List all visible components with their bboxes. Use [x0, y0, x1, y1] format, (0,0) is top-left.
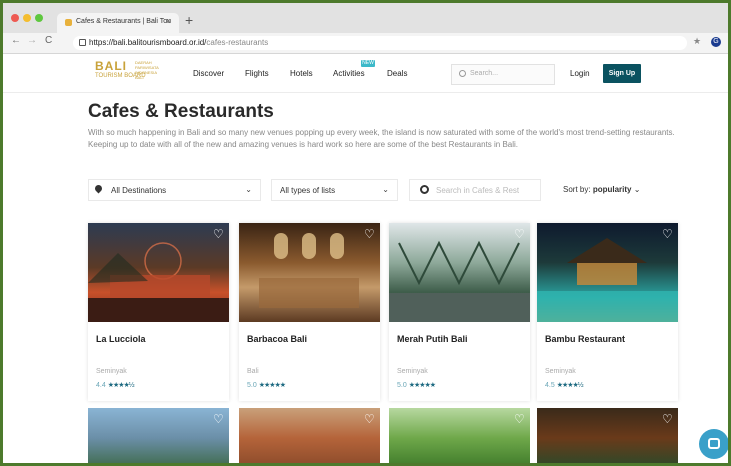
card-location: Seminyak — [397, 368, 428, 375]
card-image-art — [88, 242, 229, 322]
profile-avatar[interactable]: G — [711, 37, 721, 47]
minimize-window-button[interactable] — [23, 14, 31, 22]
bookmark-star-icon[interactable]: ★ — [693, 37, 701, 46]
card-rating: 4.4 ★★★★½ — [96, 382, 135, 389]
card-barbacoa-bali[interactable]: ♡ Barbacoa Bali Bali 5.0 ★★★★★ — [239, 223, 380, 401]
forward-button[interactable]: → — [27, 36, 37, 46]
new-tab-button[interactable]: + — [185, 13, 193, 27]
heart-icon[interactable]: ♡ — [213, 228, 224, 240]
lock-icon — [79, 39, 86, 46]
favicon-icon — [65, 19, 72, 26]
chat-icon — [708, 438, 720, 449]
card-location: Seminyak — [545, 368, 576, 375]
search-icon — [459, 70, 466, 77]
heart-icon[interactable]: ♡ — [514, 228, 525, 240]
page-title: Cafes & Restaurants — [88, 101, 274, 122]
card-row2-1[interactable]: ♡ — [88, 408, 229, 463]
heart-icon[interactable]: ♡ — [662, 228, 673, 240]
card-title[interactable]: Merah Putih Bali — [397, 334, 468, 344]
card-rating: 4.5 ★★★★½ — [545, 382, 584, 389]
close-window-button[interactable] — [11, 14, 19, 22]
chevron-down-icon: ⌄ — [633, 185, 641, 194]
url-field[interactable]: https://bali.balitourismboard.or.id/cafe… — [73, 36, 687, 50]
nav-activities[interactable]: Activities — [333, 69, 365, 78]
heart-icon[interactable]: ♡ — [213, 413, 224, 425]
destination-dropdown[interactable]: All Destinations ⌄ — [88, 179, 261, 201]
back-button[interactable]: ← — [11, 36, 21, 46]
card-rating: 5.0 ★★★★★ — [247, 382, 286, 389]
url-text: https://bali.balitourismboard.or.id/cafe… — [89, 38, 269, 47]
heart-icon[interactable]: ♡ — [364, 228, 375, 240]
login-link[interactable]: Login — [570, 69, 590, 78]
logo-text: BALI — [95, 59, 127, 73]
screenshot-frame: Cafes & Restaurants | Bali Tou × + ← → C… — [0, 0, 731, 466]
list-type-dropdown[interactable]: All types of lists ⌄ — [271, 179, 398, 201]
new-badge: NEW — [361, 60, 375, 67]
card-image[interactable]: ♡ — [389, 223, 530, 322]
nav-discover[interactable]: Discover — [193, 69, 224, 78]
card-location: Bali — [247, 368, 259, 375]
tab-close-icon[interactable]: × — [166, 16, 171, 26]
sort-label: Sort by: — [563, 185, 591, 194]
card-title[interactable]: Bambu Restaurant — [545, 334, 625, 344]
heart-icon[interactable]: ♡ — [364, 413, 375, 425]
chevron-down-icon: ⌄ — [382, 185, 389, 194]
signup-button[interactable]: Sign Up — [603, 64, 641, 83]
sort-dropdown[interactable]: Sort by: popularity ⌄ — [563, 185, 640, 194]
tab-title: Cafes & Restaurants | Bali Tou — [76, 18, 172, 25]
chevron-down-icon: ⌄ — [245, 185, 252, 194]
card-rating: 5.0 ★★★★★ — [397, 382, 436, 389]
search-icon — [420, 185, 429, 194]
nav-deals[interactable]: Deals — [387, 69, 407, 78]
maximize-window-button[interactable] — [35, 14, 43, 22]
heart-icon[interactable]: ♡ — [662, 413, 673, 425]
heart-icon[interactable]: ♡ — [514, 413, 525, 425]
card-image[interactable]: ♡ — [239, 223, 380, 322]
card-image[interactable]: ♡ — [88, 223, 229, 322]
card-row2-4[interactable]: ♡ — [537, 408, 678, 463]
destination-value: All Destinations — [111, 186, 167, 195]
sort-value: popularity — [592, 185, 632, 194]
card-bambu-restaurant[interactable]: ♡ Bambu Restaurant Seminyak 4.5 ★★★★½ — [537, 223, 678, 401]
card-title[interactable]: La Lucciola — [96, 334, 146, 344]
logo-tagline: DAERAH PARIWISATA INDONESIA BALI — [135, 60, 159, 80]
card-row2-2[interactable]: ♡ — [239, 408, 380, 463]
list-search-input[interactable]: Search in Cafes & Rest — [409, 179, 541, 201]
card-location: Seminyak — [96, 368, 127, 375]
card-image[interactable]: ♡ — [537, 223, 678, 322]
nav-flights[interactable]: Flights — [245, 69, 269, 78]
list-type-value: All types of lists — [280, 186, 336, 195]
reload-button[interactable]: C — [45, 36, 52, 46]
nav-hotels[interactable]: Hotels — [290, 69, 313, 78]
card-image-art — [389, 240, 530, 322]
card-title[interactable]: Barbacoa Bali — [247, 334, 307, 344]
pin-icon — [93, 183, 104, 194]
address-bar: ← → C https://bali.balitourismboard.or.i… — [3, 33, 728, 54]
card-image-art — [259, 233, 359, 308]
search-placeholder: Search... — [470, 70, 499, 77]
chat-button[interactable] — [699, 429, 728, 459]
header-search-input[interactable]: Search... — [451, 64, 555, 85]
list-search-placeholder: Search in Cafes & Rest — [436, 186, 520, 195]
card-row2-3[interactable]: ♡ — [389, 408, 530, 463]
site-header: BALI TOURISM BOARD DAERAH PARIWISATA IND… — [3, 54, 728, 93]
card-merah-putih-bali[interactable]: ♡ Merah Putih Bali Seminyak 5.0 ★★★★★ — [389, 223, 530, 401]
card-la-lucciola[interactable]: ♡ La Lucciola Seminyak 4.4 ★★★★½ — [88, 223, 229, 401]
browser-tab[interactable]: Cafes & Restaurants | Bali Tou × — [57, 13, 179, 33]
browser-tab-bar: Cafes & Restaurants | Bali Tou × + — [3, 3, 728, 33]
card-image-art — [537, 238, 678, 322]
page-intro: With so much happening in Bali and so ma… — [88, 128, 675, 149]
